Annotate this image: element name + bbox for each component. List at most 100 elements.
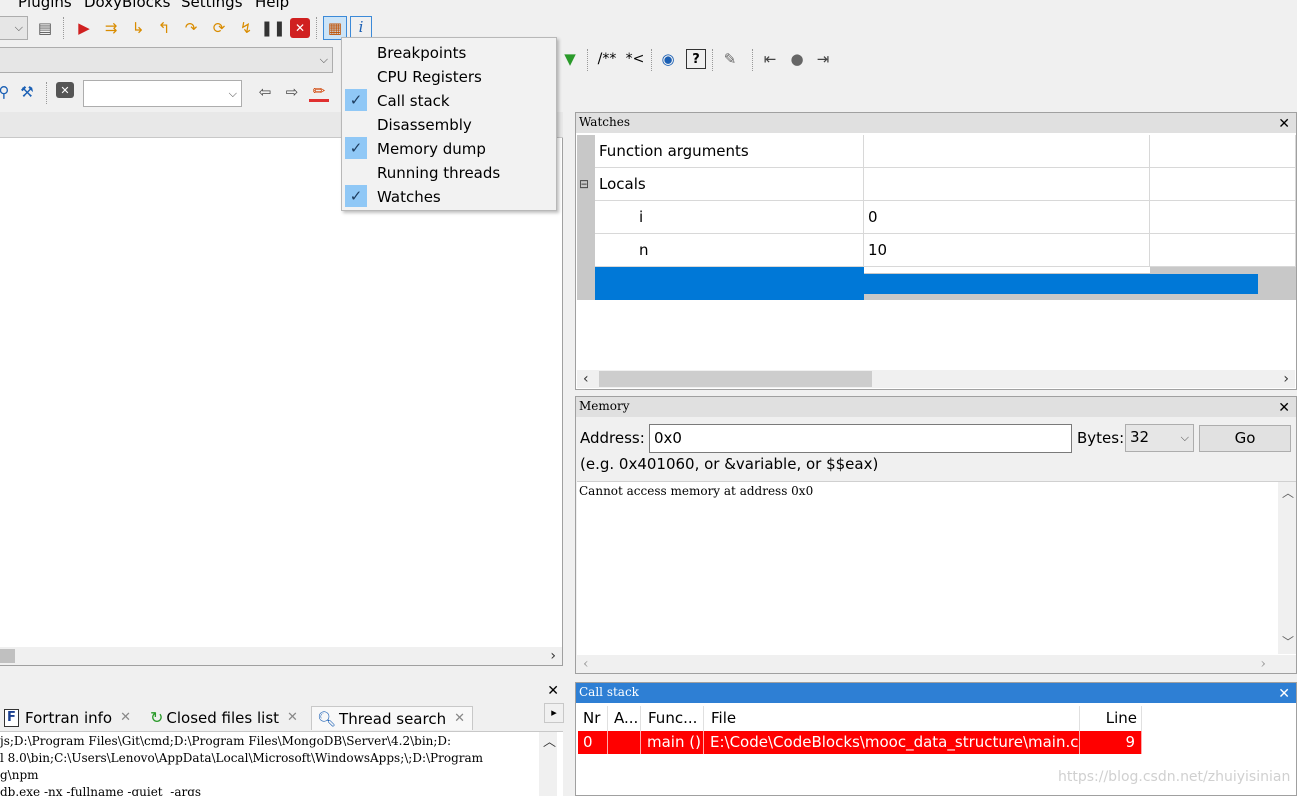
watch-value-cell[interactable]: 0 bbox=[864, 201, 1150, 234]
log-line: js;D:\Program Files\Git\cmd;D:\Program F… bbox=[0, 734, 452, 748]
watches-gutter bbox=[577, 135, 595, 300]
close-icon[interactable]: ✕ bbox=[1278, 684, 1290, 704]
close-icon[interactable]: ✕ bbox=[1278, 114, 1290, 134]
watch-name-cell[interactable]: Function arguments bbox=[595, 135, 864, 168]
debug-windows-menu: Breakpoints CPU Registers ✓ Call stack Di… bbox=[341, 37, 557, 211]
callstack-cell-nr[interactable]: 0 bbox=[578, 731, 608, 754]
watch-name-cell[interactable]: n bbox=[595, 234, 864, 267]
scroll-thumb[interactable] bbox=[0, 649, 15, 663]
build-target-combo[interactable]: ⌵ bbox=[0, 16, 28, 40]
tab-fortran-info[interactable]: F Fortran info ✕ bbox=[4, 706, 131, 730]
callstack-cell-line[interactable]: 9 bbox=[1080, 731, 1142, 754]
callstack-col-nr[interactable]: Nr bbox=[578, 706, 608, 731]
extract-icon[interactable]: ▼ bbox=[560, 49, 580, 69]
editor-hscrollbar[interactable]: › bbox=[0, 647, 562, 665]
callstack-col-line[interactable]: Line bbox=[1080, 706, 1142, 731]
stop-debug-icon[interactable]: ✕ bbox=[290, 18, 310, 38]
watch-extra-cell bbox=[1150, 168, 1296, 201]
watch-edit-field[interactable] bbox=[864, 274, 1258, 294]
menu-item-call-stack[interactable]: ✓ Call stack bbox=[342, 88, 556, 112]
scope-combo[interactable]: ⌵ bbox=[0, 47, 333, 73]
checkmark-icon: ✓ bbox=[345, 185, 367, 207]
go-button[interactable]: Go bbox=[1199, 425, 1291, 452]
step-out-icon[interactable]: ↰ bbox=[154, 18, 174, 38]
next-icon[interactable]: ⇨ bbox=[282, 82, 302, 102]
tabs-scroll-button[interactable]: ▸ bbox=[544, 703, 564, 723]
next-line-icon[interactable]: ⇉ bbox=[101, 18, 121, 38]
watches-hscrollbar[interactable]: ‹ › bbox=[577, 370, 1295, 388]
replace-icon[interactable]: ⚒ bbox=[17, 82, 37, 102]
menu-item-running-threads[interactable]: Running threads bbox=[342, 160, 556, 184]
pause-icon[interactable]: ❚❚ bbox=[260, 18, 285, 38]
log-output[interactable]: js;D:\Program Files\Git\cmd;D:\Program F… bbox=[0, 731, 563, 796]
callstack-cell-address[interactable] bbox=[608, 731, 641, 754]
checkmark-icon: ✓ bbox=[345, 137, 367, 159]
chm-help-icon[interactable]: ? bbox=[686, 49, 706, 69]
record-icon[interactable]: ● bbox=[787, 49, 807, 69]
menu-help[interactable]: Help bbox=[255, 0, 289, 10]
close-tab-icon[interactable]: ✕ bbox=[454, 707, 465, 731]
menu-item-memory-dump[interactable]: ✓ Memory dump bbox=[342, 136, 556, 160]
debugger-toolbar: ⌵ ▤ ▶ ⇉ ↳ ↰ ↷ ⟳ ↯ ❚❚ ✕ ▦ i bbox=[0, 14, 380, 42]
address-input[interactable]: 0x0 bbox=[649, 424, 1072, 453]
menu-item-breakpoints[interactable]: Breakpoints bbox=[342, 40, 556, 64]
editor-pane[interactable]: › bbox=[0, 138, 563, 666]
callstack-cell-function[interactable]: main () bbox=[641, 731, 704, 754]
menu-item-disassembly[interactable]: Disassembly bbox=[342, 112, 556, 136]
menu-item-cpu-registers[interactable]: CPU Registers bbox=[342, 64, 556, 88]
memory-vscrollbar[interactable]: ︿ ﹀ bbox=[1278, 482, 1296, 654]
watch-name-cell[interactable]: Locals bbox=[595, 168, 864, 201]
search-combo[interactable]: ⌵ bbox=[83, 80, 242, 107]
previous-icon[interactable]: ⇦ bbox=[255, 82, 275, 102]
run-to-cursor-icon[interactable]: ↷ bbox=[181, 18, 201, 38]
close-icon[interactable]: ✕ bbox=[547, 681, 559, 701]
watch-extra-cell bbox=[1150, 201, 1296, 234]
callstack-col-address[interactable]: A... bbox=[608, 706, 641, 731]
watch-extra-cell bbox=[1150, 135, 1296, 168]
callstack-col-file[interactable]: File bbox=[704, 706, 1080, 731]
log-line: l 8.0\bin;C:\Users\Lenovo\AppData\Local\… bbox=[0, 751, 484, 765]
html-docs-icon[interactable]: ◉ bbox=[658, 49, 678, 69]
clear-icon[interactable]: ✕ bbox=[56, 82, 74, 98]
log-line: db.exe -nx -fullname -quiet -args bbox=[0, 785, 202, 796]
close-tab-icon[interactable]: ✕ bbox=[287, 706, 298, 730]
forward-icon[interactable]: ⇥ bbox=[813, 49, 833, 69]
menu-bar: Plugins DoxyBlocks Settings Help bbox=[0, 0, 1297, 10]
watch-value-cell[interactable]: 10 bbox=[864, 234, 1150, 267]
next-instruction-icon[interactable]: ⟳ bbox=[209, 18, 229, 38]
close-icon[interactable]: ✕ bbox=[1278, 398, 1290, 418]
log-vscrollbar[interactable]: ︿ bbox=[539, 732, 557, 796]
callstack-col-function[interactable]: Func... bbox=[641, 706, 704, 731]
bytes-label: Bytes: bbox=[1077, 429, 1125, 447]
tab-closed-files-list[interactable]: ↻ Closed files list ✕ bbox=[150, 706, 298, 730]
memory-output[interactable]: Cannot access memory at address 0x0 ︿ ﹀ … bbox=[577, 481, 1296, 673]
menu-doxyblocks[interactable]: DoxyBlocks bbox=[84, 0, 170, 10]
bytes-select[interactable]: 32 ⌵ bbox=[1125, 424, 1194, 452]
menu-settings[interactable]: Settings bbox=[181, 0, 243, 10]
menu-item-watches[interactable]: ✓ Watches bbox=[342, 184, 556, 208]
find-icon[interactable]: ⚲ bbox=[0, 82, 14, 102]
callstack-cell-file[interactable]: E:\Code\CodeBlocks\mooc_data_structure\m… bbox=[704, 731, 1080, 754]
doxy-line-comment-button[interactable]: *< bbox=[623, 49, 647, 69]
log-line: g\npm bbox=[0, 768, 39, 782]
info-icon[interactable]: i bbox=[350, 16, 372, 38]
step-into-instruction-icon[interactable]: ↯ bbox=[236, 18, 256, 38]
back-icon[interactable]: ⇤ bbox=[760, 49, 780, 69]
collapse-icon[interactable]: ⊟ bbox=[579, 177, 589, 191]
search-icon: 🔍︎ bbox=[317, 709, 337, 728]
close-tab-icon[interactable]: ✕ bbox=[120, 706, 131, 730]
watch-value-cell[interactable] bbox=[864, 135, 1150, 168]
memory-hscrollbar[interactable]: ‹ › bbox=[577, 655, 1296, 673]
watch-name-cell[interactable]: i bbox=[595, 201, 864, 234]
watch-new-row-selected[interactable] bbox=[595, 267, 1296, 300]
run-debug-icon[interactable]: ▶ bbox=[74, 18, 94, 38]
menu-plugins[interactable]: Plugins bbox=[18, 0, 72, 10]
scroll-thumb[interactable] bbox=[599, 371, 872, 387]
highlight-icon[interactable]: ✏ bbox=[309, 82, 329, 102]
step-into-icon[interactable]: ↳ bbox=[128, 18, 148, 38]
wrench-icon[interactable]: ✎ bbox=[720, 49, 740, 69]
watch-value-cell[interactable] bbox=[864, 168, 1150, 201]
settings-combo-icon[interactable]: ▤ bbox=[35, 18, 55, 38]
doxy-block-comment-button[interactable]: /** bbox=[595, 49, 619, 69]
tab-thread-search[interactable]: 🔍︎ Thread search ✕ bbox=[311, 706, 473, 730]
